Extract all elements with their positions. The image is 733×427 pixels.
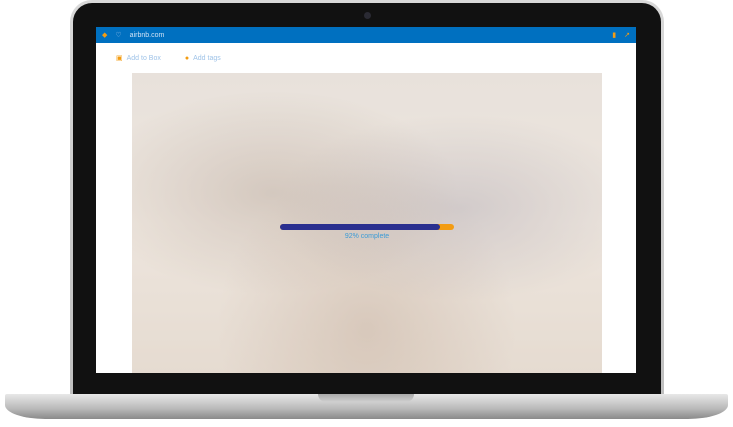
action-bar: ▣ Add to Box ● Add tags	[96, 43, 636, 73]
tag-icon: ●	[184, 54, 190, 62]
progress-fill	[280, 224, 441, 230]
laptop-notch	[318, 394, 414, 402]
add-to-box-button[interactable]: ▣ Add to Box	[116, 54, 161, 62]
camera	[364, 12, 371, 19]
screen: ◆ ♡ airbnb.com ▮ ↗ ▣ Add to Box ● Add tags …	[96, 27, 636, 373]
add-tags-button[interactable]: ● Add tags	[185, 55, 221, 62]
shield-icon: ♡	[115, 32, 122, 39]
photo-overlay	[132, 73, 602, 373]
browser-bar: ◆ ♡ airbnb.com ▮ ↗	[96, 27, 636, 43]
share-icon[interactable]: ↗	[624, 31, 630, 39]
upload-progress-bar	[280, 224, 454, 230]
trash-icon[interactable]: ▮	[612, 31, 616, 39]
box-icon: ▣	[116, 55, 123, 62]
back-arrow-icon[interactable]: ◆	[102, 31, 107, 39]
url[interactable]: airbnb.com	[130, 32, 165, 39]
progress-label: 92% complete	[344, 233, 390, 240]
uploading-photo	[132, 73, 602, 373]
